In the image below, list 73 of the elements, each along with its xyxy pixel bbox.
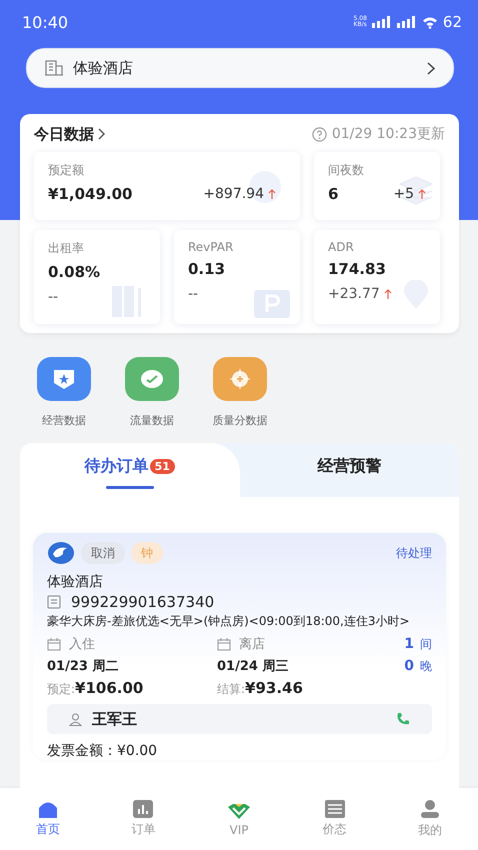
metric-value: 0.13 — [188, 260, 226, 278]
checkout-label: 离店 — [239, 636, 265, 653]
order-status: 待处理 — [396, 544, 432, 562]
update-time: 01/29 10:23更新 — [332, 125, 445, 143]
metric-change: +5 — [393, 186, 414, 202]
status-time: 10:40 — [22, 12, 70, 32]
metric-value: ¥1,049.00 — [48, 185, 132, 203]
shortcut-label[interactable]: 流量数据 — [130, 413, 174, 428]
home-icon — [36, 800, 59, 818]
channel-logo-icon — [47, 541, 75, 565]
room-description: 豪华大床房-差旅优选<无早>(钟点房)<09:00到18:00,连住3小时> — [47, 613, 411, 629]
shield-star-icon — [52, 368, 76, 390]
metric-value: 6 — [328, 185, 338, 203]
count-badge: 51 — [150, 458, 175, 474]
battery-level: 62 — [442, 13, 462, 31]
metric-change: -- — [188, 286, 198, 302]
metric-label: RevPAR — [188, 240, 234, 254]
order-tag: 取消 — [81, 542, 125, 564]
person-icon — [69, 712, 82, 726]
room-count: 1 间 — [404, 636, 432, 652]
order-hotel: 体验酒店 — [47, 573, 104, 591]
shortcut-label[interactable]: 经营数据 — [42, 413, 86, 428]
metric-value: 174.83 — [328, 260, 386, 278]
wifi-icon — [422, 16, 438, 28]
metric-label: ADR — [328, 240, 354, 254]
booked-price: 预定:¥106.00 — [47, 679, 144, 698]
check-circle-icon — [140, 369, 164, 389]
nav-tab[interactable]: VIP — [191, 788, 287, 850]
guest-name: 王军王 — [92, 710, 137, 728]
checkout-date: 01/24 周三 — [217, 658, 290, 675]
metric-change: -- — [48, 289, 58, 305]
metric-label: 出租率 — [48, 240, 84, 257]
shortcut-label[interactable]: 质量分数据 — [212, 413, 268, 428]
signal-icon — [396, 16, 417, 28]
metric-value: 0.08% — [48, 263, 100, 281]
section-title[interactable]: 今日数据 — [34, 124, 94, 144]
signal-icon — [372, 16, 392, 28]
document-icon — [47, 595, 61, 609]
settle-price: 结算:¥93.46 — [217, 679, 304, 698]
chevron-right-icon — [427, 62, 435, 74]
tab[interactable]: 经营预警 — [240, 443, 459, 497]
order-card[interactable]: 取消 钟 待处理 体验酒店 999229901637340 豪华大床房-差旅优选<无早>(钟点房)<09:00到18:00,连住3小时> 入住 离店 1 间 01/23 周二 01/24 周三 0 晚 预定:¥106.00 结算:¥93.46 王军王 发票金额：¥0.00 — [33, 533, 446, 760]
metric-label: 预定额 — [48, 162, 84, 179]
nav-tab[interactable]: 我的 — [382, 788, 478, 850]
building-icon — [45, 60, 63, 76]
invoice-amount: 发票金额：¥0.00 — [47, 742, 158, 760]
user-icon — [420, 799, 440, 819]
tab[interactable]: 待办订单 51 — [20, 443, 240, 497]
order-tag: 钟 — [131, 542, 163, 564]
chevron-right-icon[interactable] — [98, 128, 105, 140]
metric-change: +23.77 — [328, 286, 380, 302]
night-count: 0 晚 — [404, 658, 432, 674]
nav-tab[interactable]: 价态 — [286, 788, 382, 850]
help-icon[interactable] — [312, 126, 327, 142]
nav-tab[interactable]: 订单 — [96, 788, 192, 850]
checkin-label: 入住 — [69, 636, 95, 653]
metric-change: +897.94 — [203, 186, 264, 202]
list-icon — [324, 800, 345, 818]
nav-tab[interactable]: 首页 — [0, 788, 96, 850]
shortcut-button[interactable] — [213, 357, 267, 401]
chart-icon — [133, 800, 154, 818]
shortcut-button[interactable] — [37, 357, 91, 401]
parking-icon — [254, 290, 290, 318]
phone-icon[interactable] — [396, 712, 410, 726]
shortcut-button[interactable] — [125, 357, 179, 401]
calendar-icon — [47, 638, 61, 650]
calendar-icon — [217, 638, 231, 650]
target-icon — [228, 367, 252, 391]
checkin-date: 01/23 周二 — [47, 658, 120, 675]
metric-label: 间夜数 — [328, 162, 364, 179]
order-number: 999229901637340 — [71, 593, 214, 611]
hotel-selector[interactable]: 体验酒店 — [26, 48, 454, 88]
vip-icon — [226, 802, 251, 820]
